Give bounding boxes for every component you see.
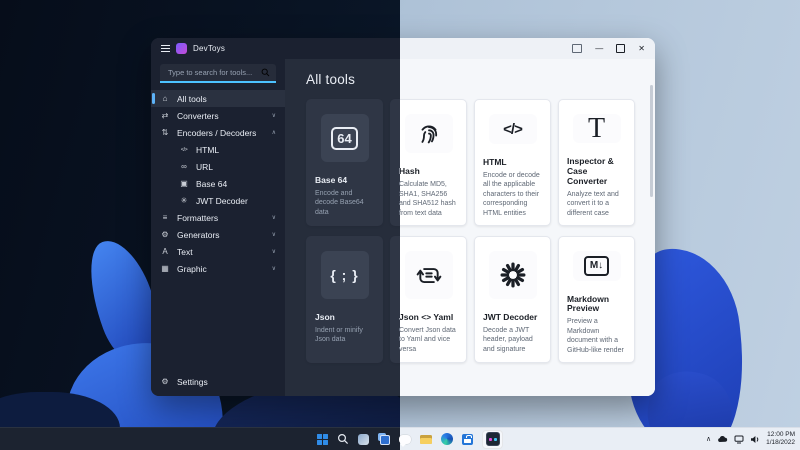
link-icon: ∞: [181, 162, 187, 171]
minimize-button[interactable]: —: [595, 44, 603, 53]
selection-indicator: [152, 93, 155, 104]
screenshot-stage: DevToys — ✕: [0, 0, 800, 450]
letter-T-icon: T: [572, 114, 621, 144]
tool-card-base64[interactable]: 64 Base 64 Encode and decode Base64 data: [306, 99, 383, 226]
tool-title: Markdown Preview: [567, 293, 610, 314]
generators-icon: ⚙: [161, 230, 169, 239]
tray-date: 1/18/2022: [766, 439, 795, 446]
onedrive-cloud-icon[interactable]: [717, 435, 728, 443]
search-box[interactable]: [160, 64, 276, 83]
code-tag-icon: </>: [488, 114, 537, 145]
taskbar-search-icon[interactable]: [337, 433, 349, 445]
tool-card-hash[interactable]: Hash Calculate MD5, SHA1, SHA256 and SHA…: [399, 99, 467, 226]
chat-icon[interactable]: [400, 434, 411, 447]
tool-description: Encode and decode Base64 data: [315, 189, 364, 216]
tool-title: HTML: [483, 157, 507, 168]
chevron-down-icon: ∨: [271, 113, 276, 119]
tray-time: 12:00 PM: [767, 430, 795, 438]
tool-title: Json <> Yaml: [399, 312, 454, 322]
gear-icon: ⚙: [161, 377, 169, 386]
fingerprint-icon: [404, 114, 453, 154]
chevron-up-icon: ∧: [271, 130, 276, 136]
base64-icon: 64: [320, 114, 369, 162]
tool-card-json[interactable]: { ; } Json Indent or minify Json data: [306, 236, 383, 363]
hamburger-menu-icon[interactable]: [161, 45, 170, 52]
file-explorer-icon[interactable]: [420, 434, 432, 444]
system-tray: ∧ 12:00 PM 1/18/2022: [706, 428, 795, 450]
jwt-icon: ✳: [180, 196, 188, 205]
json-braces-icon: { ; }: [320, 251, 369, 299]
widgets-icon[interactable]: [358, 433, 369, 445]
sidebar-item-formatters[interactable]: ≡ Formatters ∨: [151, 209, 285, 226]
microsoft-store-icon[interactable]: [462, 433, 473, 445]
search-input[interactable]: [166, 67, 261, 78]
sidebar-nav: ⌂ All tools ⇄ Converters ∨ ⇅ Encoders / …: [151, 90, 285, 373]
devtoys-taskbar-button[interactable]: [482, 429, 503, 449]
window-title: DevToys: [193, 44, 226, 53]
html-tag-icon: </>: [180, 146, 188, 153]
chevron-down-icon: ∨: [271, 232, 276, 238]
sidebar-item-url[interactable]: ∞ URL: [151, 158, 285, 175]
tray-overflow-chevron-icon[interactable]: ∧: [706, 436, 711, 443]
sidebar: ⌂ All tools ⇄ Converters ∨ ⇅ Encoders / …: [151, 59, 285, 396]
maximize-button[interactable]: [616, 44, 626, 53]
vertical-scrollbar[interactable]: [650, 85, 653, 197]
tool-title: Hash: [399, 166, 420, 177]
tool-title: Base 64: [315, 175, 348, 185]
tool-card-html[interactable]: </> HTML Encode or decode all the applic…: [474, 99, 551, 226]
task-view-icon[interactable]: [378, 433, 390, 445]
volume-icon[interactable]: [750, 435, 760, 444]
sidebar-item-graphic[interactable]: ▦ Graphic ∨: [151, 260, 285, 277]
chevron-down-icon: ∨: [271, 215, 276, 221]
formatters-icon: ≡: [162, 213, 168, 222]
tool-card-json-yaml[interactable]: Json <> Yaml Convert Json data to Yaml a…: [399, 236, 467, 363]
search-icon: [261, 68, 270, 77]
tool-description: Decode a JWT header, payload and signatu…: [483, 326, 533, 353]
starburst-icon: [488, 251, 537, 299]
graphic-icon: ▦: [161, 264, 169, 273]
tool-description: Calculate MD5, SHA1, SHA256 and SHA512 h…: [399, 181, 456, 217]
tool-description: Convert Json data to Yaml and vice versa: [399, 326, 456, 353]
start-button[interactable]: [317, 433, 328, 445]
tool-description: Analyze text and convert it to a differe…: [567, 190, 619, 217]
tool-title: Inspector & Case Converter: [567, 156, 614, 186]
convert-loop-icon: [404, 251, 453, 299]
tool-description: Preview a Markdown document with a GitHu…: [567, 318, 624, 354]
close-button[interactable]: ✕: [638, 44, 645, 53]
tool-title: JWT Decoder: [483, 312, 538, 322]
sidebar-item-generators[interactable]: ⚙ Generators ∨: [151, 226, 285, 243]
base64-icon: ▣: [180, 179, 188, 188]
taskbar-clock[interactable]: 12:00 PM 1/18/2022: [766, 431, 795, 448]
sidebar-item-text[interactable]: A Text ∨: [151, 243, 285, 260]
sidebar-item-encoders-decoders[interactable]: ⇅ Encoders / Decoders ∧: [151, 124, 285, 141]
chevron-down-icon: ∨: [271, 266, 276, 272]
network-icon[interactable]: [734, 435, 744, 444]
encoders-icon: ⇅: [161, 128, 169, 137]
tool-title: Json: [315, 312, 335, 322]
sidebar-item-settings[interactable]: ⚙ Settings: [151, 373, 285, 390]
pin-on-top-icon[interactable]: [572, 44, 583, 53]
tool-description: Indent or minify Json data: [315, 326, 363, 344]
sidebar-item-all-tools[interactable]: ⌂ All tools: [151, 90, 285, 107]
devtoys-app-icon: [176, 43, 187, 54]
tool-card-inspector-case-converter[interactable]: T Inspector & Case Converter Analyze tex…: [558, 99, 635, 226]
tool-card-markdown-preview[interactable]: M↓ Markdown Preview Preview a Markdown d…: [558, 236, 635, 363]
edge-browser-icon[interactable]: [441, 433, 453, 445]
text-icon: A: [162, 247, 168, 256]
tool-card-jwt-decoder[interactable]: JWT Decoder Decode a JWT header, payload…: [474, 236, 551, 363]
markdown-icon: M↓: [572, 251, 621, 281]
chevron-down-icon: ∨: [271, 249, 276, 255]
sidebar-item-converters[interactable]: ⇄ Converters ∨: [151, 107, 285, 124]
sidebar-item-base64[interactable]: ▣ Base 64: [151, 175, 285, 192]
sidebar-item-html[interactable]: </> HTML: [151, 141, 285, 158]
converters-icon: ⇄: [161, 111, 169, 120]
home-icon: ⌂: [162, 94, 168, 103]
tool-description: Encode or decode all the applicable char…: [483, 171, 540, 217]
sidebar-item-jwt-decoder[interactable]: ✳ JWT Decoder: [151, 192, 285, 209]
